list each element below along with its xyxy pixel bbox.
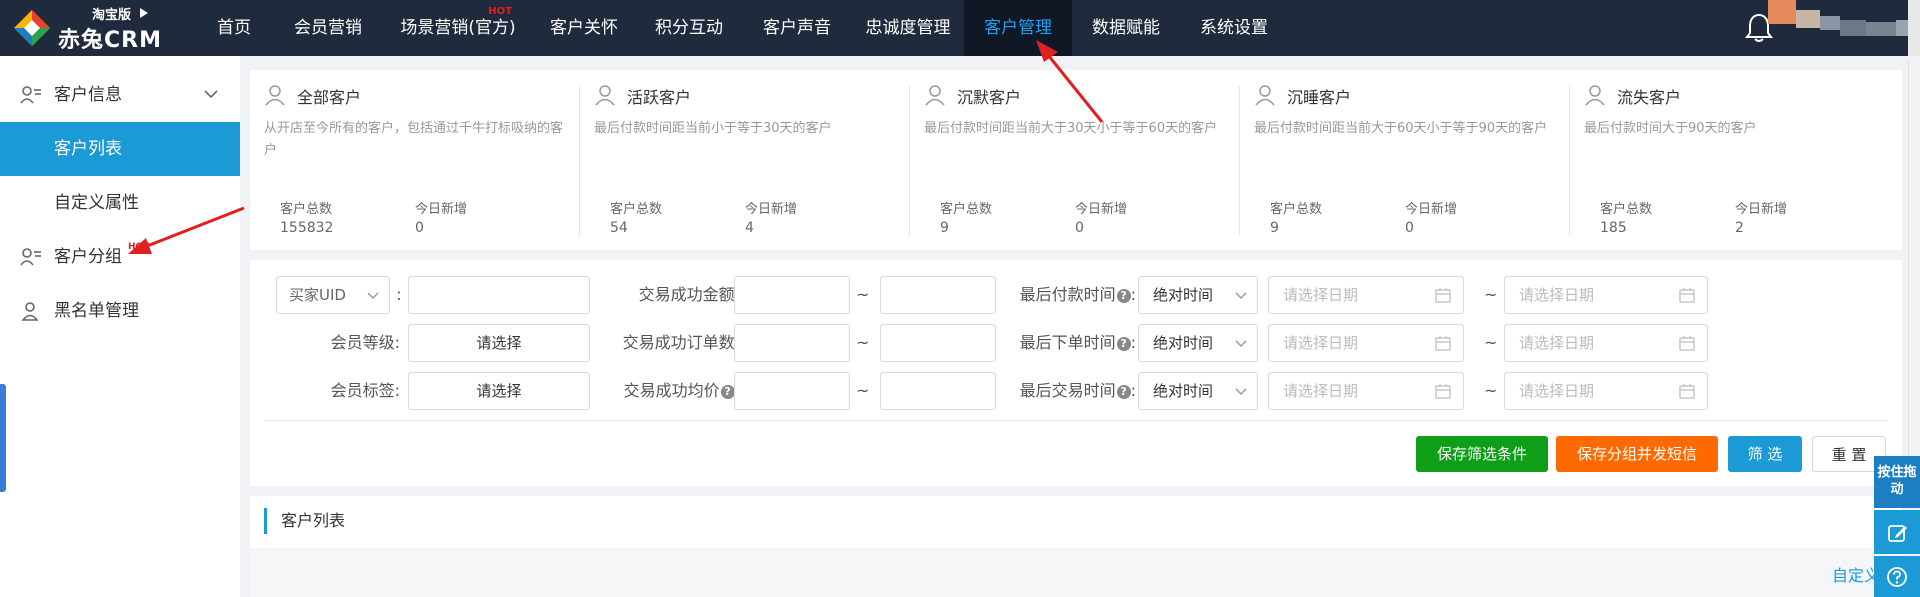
annotation-arrows (128, 40, 1104, 254)
